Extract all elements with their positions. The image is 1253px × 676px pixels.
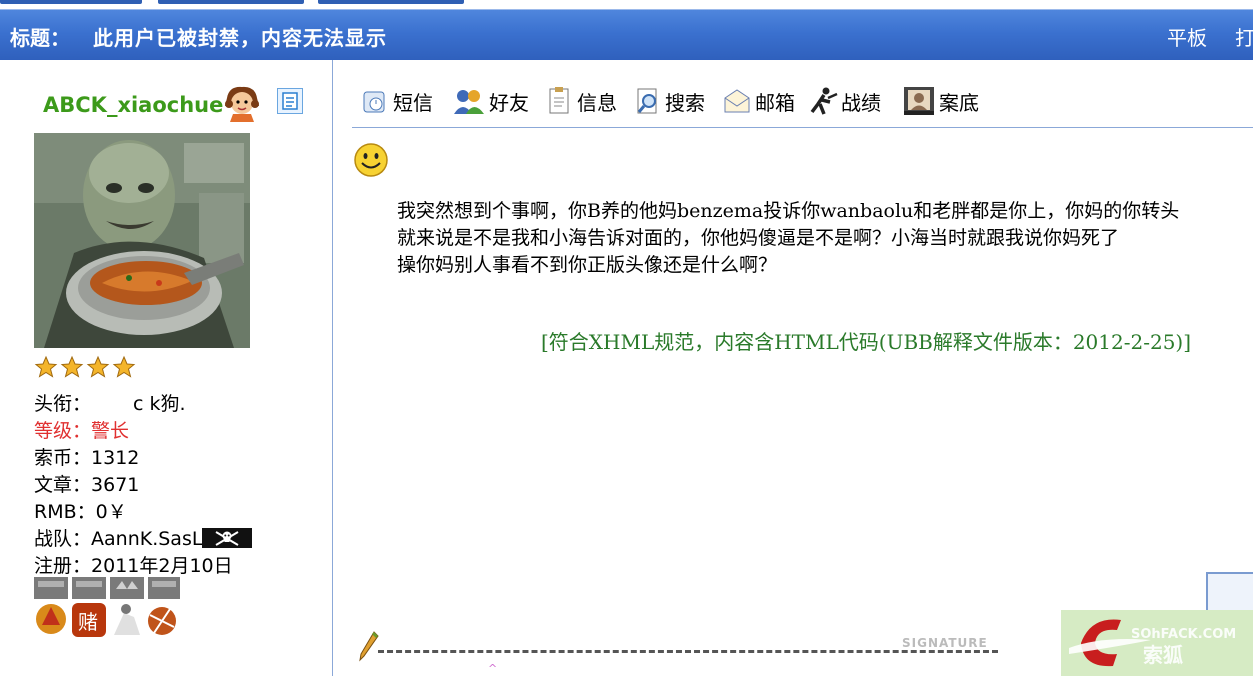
posts-value: 3671 xyxy=(91,474,140,496)
profile-level: 等级：警长 xyxy=(34,416,129,443)
posts-label: 文章： xyxy=(34,474,92,496)
profile-team: 战队：AannK.SasL xyxy=(34,524,253,551)
top-tab-3[interactable] xyxy=(318,0,464,4)
sms-label: 短信 xyxy=(393,90,433,115)
sms-button[interactable]: 短信 xyxy=(360,86,433,116)
avatar xyxy=(34,133,250,348)
pirate-flag-icon xyxy=(202,528,253,548)
medal-icon xyxy=(110,577,144,635)
post-paragraph: 操你妈别人事看不到你正版头像还是什么啊？ xyxy=(397,254,778,276)
svg-text:索狐: 索狐 xyxy=(1143,643,1183,667)
sms-icon xyxy=(363,91,385,113)
top-tab-1[interactable] xyxy=(0,0,142,4)
team-value[interactable]: AannK.SasL xyxy=(91,528,202,550)
top-tab-strip xyxy=(0,0,1253,9)
friends-label: 好友 xyxy=(489,90,529,115)
post-title-bar: 标题： 此用户已被封禁，内容无法显示 平板 打 xyxy=(0,9,1253,60)
profile-rmb: RMB：0￥ xyxy=(34,497,127,524)
rmb-label: RMB： xyxy=(34,501,96,523)
profile-registered: 注册：2011年2月10日 xyxy=(34,551,233,578)
search-icon xyxy=(637,88,657,114)
mailbox-label: 邮箱 xyxy=(755,90,795,115)
cursor-mark: ^ xyxy=(488,662,498,675)
ubb-note: [符合XHML规范，内容含HTML代码(UBB解释文件版本：2012-2-25)… xyxy=(541,330,1192,354)
record-label: 战绩 xyxy=(841,90,881,115)
svg-text:赌: 赌 xyxy=(78,610,98,634)
toolbar-divider xyxy=(352,127,1253,128)
case-label: 案底 xyxy=(939,90,979,115)
site-watermark-logo: SOhFACK.COM 索狐 xyxy=(1061,610,1253,676)
face-icon xyxy=(225,86,259,122)
record-icon xyxy=(810,87,838,115)
profile-posts: 文章：3671 xyxy=(34,470,139,497)
doc-icon[interactable] xyxy=(277,88,303,114)
friends-button[interactable]: 好友 xyxy=(452,86,529,116)
profile-coins: 索币：1312 xyxy=(34,443,139,470)
case-icon xyxy=(904,87,934,115)
post-content: 我突然想到个事啊，你B养的他妈benzema投诉你wanbaolu和老胖都是你上… xyxy=(353,198,1183,279)
star-icon xyxy=(112,355,136,378)
signature-divider xyxy=(378,650,998,653)
title-label: 头衔： xyxy=(34,393,92,415)
medal-icon: 赌 xyxy=(72,577,106,637)
medal-icon xyxy=(34,577,68,634)
print-link[interactable]: 打 xyxy=(1235,22,1253,51)
record-button[interactable]: 战绩 xyxy=(808,86,881,116)
top-tab-2[interactable] xyxy=(158,0,304,4)
info-label: 信息 xyxy=(577,90,617,115)
post-title: 此用户已被封禁，内容无法显示 xyxy=(93,26,387,50)
star-icon xyxy=(60,355,84,378)
search-button[interactable]: 搜索 xyxy=(634,86,705,116)
rank-stars xyxy=(34,355,136,379)
username[interactable]: ABCK_xiaochue xyxy=(43,93,223,117)
signature-label: SIGNATURE xyxy=(902,636,988,650)
mailbox-button[interactable]: 邮箱 xyxy=(722,86,795,116)
search-label: 搜索 xyxy=(665,90,705,115)
coins-value: 1312 xyxy=(91,447,140,469)
coins-label: 索币： xyxy=(34,447,92,469)
title-label: 标题： xyxy=(10,26,70,50)
medal-icon xyxy=(148,577,180,635)
registered-value: 2011年2月10日 xyxy=(91,555,233,577)
registered-label: 注册： xyxy=(34,555,92,577)
friends-icon xyxy=(454,90,484,114)
pencil-icon xyxy=(359,631,379,662)
star-icon xyxy=(34,355,58,378)
info-button[interactable]: 信息 xyxy=(546,86,617,116)
team-label: 战队： xyxy=(34,528,92,550)
level-value: 警长 xyxy=(91,420,130,442)
smiley-icon xyxy=(354,143,388,177)
post-paragraph: 我突然想到个事啊，你B养的他妈benzema投诉你wanbaolu和老胖都是你上… xyxy=(397,200,1180,249)
medal-badges: 赌 xyxy=(34,577,180,637)
star-icon xyxy=(86,355,110,378)
profile-title: 头衔： c k狗. xyxy=(34,389,186,416)
rmb-value: 0￥ xyxy=(95,501,127,523)
svg-text:SOhFACK.COM: SOhFACK.COM xyxy=(1131,627,1236,642)
column-divider xyxy=(332,60,333,676)
level-label: 等级： xyxy=(34,420,92,442)
case-button[interactable]: 案底 xyxy=(902,86,979,116)
mail-icon xyxy=(724,89,750,113)
info-icon xyxy=(549,87,569,114)
title-value: c k狗. xyxy=(133,393,186,415)
flat-view-link[interactable]: 平板 xyxy=(1167,22,1207,51)
